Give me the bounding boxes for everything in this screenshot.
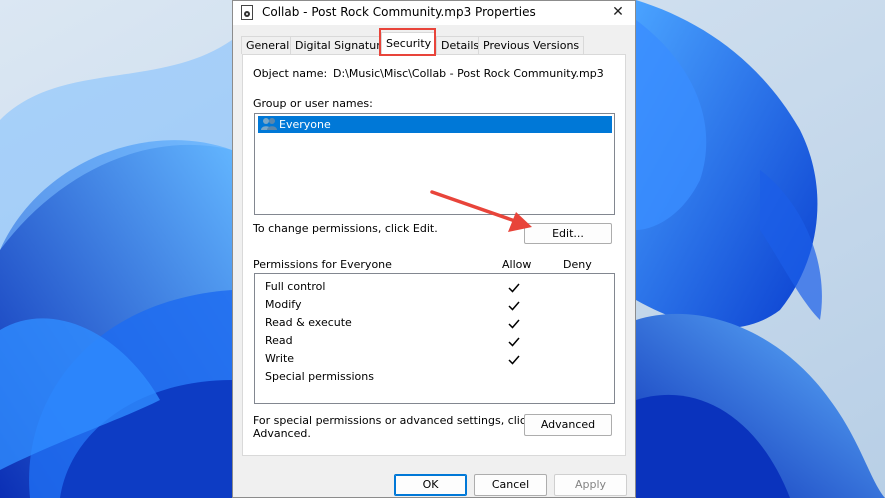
- list-item-label: Everyone: [279, 118, 331, 131]
- permission-read-execute: Read & execute: [265, 316, 352, 329]
- tab-general[interactable]: General: [241, 36, 295, 54]
- group-list-label: Group or user names:: [253, 97, 373, 110]
- ok-button[interactable]: OK: [394, 474, 467, 496]
- tab-previous-versions[interactable]: Previous Versions: [478, 36, 585, 54]
- allow-check-icon: [508, 337, 520, 347]
- permission-modify: Modify: [265, 298, 302, 311]
- deny-column-header: Deny: [563, 258, 592, 271]
- apply-button[interactable]: Apply: [554, 474, 627, 496]
- allow-check-icon: [508, 355, 520, 365]
- security-panel: Object name: D:\Music\Misc\Collab - Post…: [242, 54, 626, 456]
- permissions-label: Permissions for Everyone: [253, 258, 392, 271]
- audio-file-icon: [241, 5, 253, 20]
- permissions-list: Full control Modify Read & execute Read …: [254, 273, 615, 404]
- group-listbox[interactable]: Everyone: [254, 113, 615, 215]
- window-title: Collab - Post Rock Community.mp3 Propert…: [262, 5, 536, 19]
- title-bar[interactable]: Collab - Post Rock Community.mp3 Propert…: [233, 1, 635, 25]
- advanced-hint-line2: Advanced.: [253, 427, 311, 440]
- tab-security[interactable]: Security: [381, 32, 436, 55]
- properties-dialog: Collab - Post Rock Community.mp3 Propert…: [232, 0, 636, 498]
- list-item-everyone[interactable]: Everyone: [258, 116, 612, 133]
- advanced-button[interactable]: Advanced: [524, 414, 612, 436]
- permission-read: Read: [265, 334, 293, 347]
- close-button[interactable]: ✕: [601, 1, 635, 25]
- allow-check-icon: [508, 301, 520, 311]
- users-icon: [261, 118, 277, 130]
- object-name-value: D:\Music\Misc\Collab - Post Rock Communi…: [333, 67, 604, 80]
- permission-full-control: Full control: [265, 280, 326, 293]
- tab-details[interactable]: Details: [436, 36, 485, 54]
- advanced-hint-line1: For special permissions or advanced sett…: [253, 414, 533, 427]
- edit-button[interactable]: Edit...: [524, 223, 612, 244]
- cancel-button[interactable]: Cancel: [474, 474, 547, 496]
- permission-special: Special permissions: [265, 370, 374, 383]
- permission-write: Write: [265, 352, 295, 365]
- object-name-label: Object name:: [253, 67, 328, 80]
- allow-column-header: Allow: [502, 258, 532, 271]
- close-icon: ✕: [612, 4, 624, 20]
- allow-check-icon: [508, 283, 520, 293]
- allow-check-icon: [508, 319, 520, 329]
- change-permissions-hint: To change permissions, click Edit.: [253, 222, 438, 235]
